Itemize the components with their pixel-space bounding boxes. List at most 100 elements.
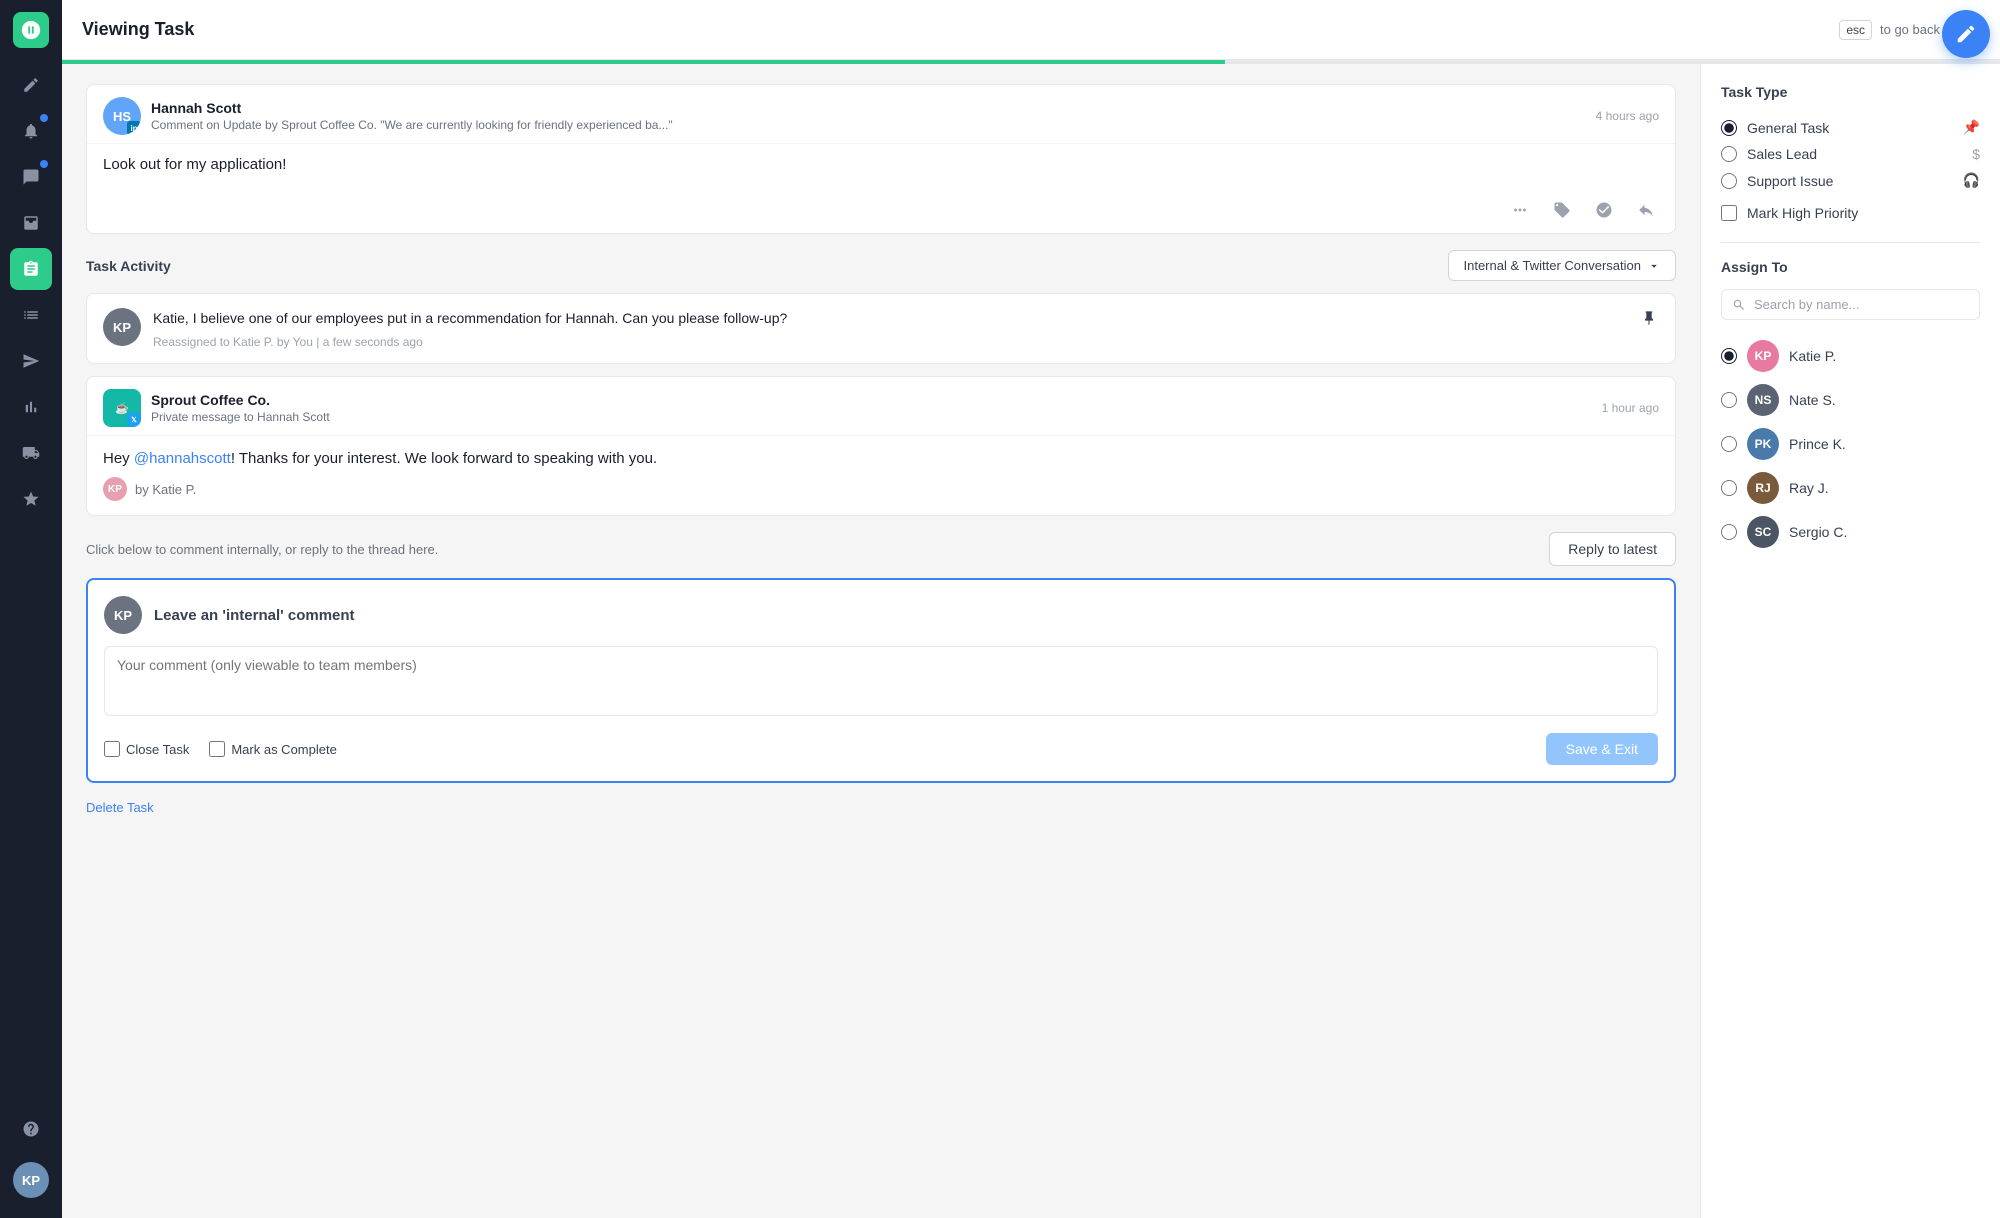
company-name: Sprout Coffee Co. [151,392,1592,408]
main-content: Viewing Task esc to go back ✕ HS in Hann… [62,0,2000,1218]
high-priority-label: Mark High Priority [1747,205,1858,221]
esc-back-hint: esc to go back [1839,20,1940,40]
reply-action-button[interactable] [1633,197,1659,223]
complete-button[interactable] [1591,197,1617,223]
comment-textarea[interactable] [104,646,1658,716]
task-type-support: Support Issue 🎧 [1721,167,1980,194]
assignee-item-katie[interactable]: KP Katie P. [1721,334,1980,378]
message-meta: Hannah Scott Comment on Update by Sprout… [151,100,1586,132]
close-task-checkbox[interactable] [104,741,120,757]
task-type-support-radio[interactable] [1721,173,1737,189]
mark-complete-checkbox[interactable] [209,741,225,757]
message-body: Look out for my application! [87,143,1675,189]
tag-button[interactable] [1549,197,1575,223]
assignee-search-input[interactable] [1754,297,1969,312]
esc-badge: esc [1839,20,1872,40]
notifications-badge [40,114,48,122]
dropdown-label: Internal & Twitter Conversation [1463,258,1641,273]
by-avatar: KP [103,477,127,501]
chevron-down-icon [1647,259,1661,273]
close-task-label[interactable]: Close Task [104,741,189,757]
assignee-item-ray[interactable]: RJ Ray J. [1721,466,1980,510]
pm-text: Hey @hannahscott! Thanks for your intere… [103,450,1659,467]
task-type-general: General Task 📌 [1721,114,1980,141]
more-actions-button[interactable] [1507,197,1533,223]
compose-fab-icon [1955,23,1977,45]
topbar: Viewing Task esc to go back ✕ [62,0,2000,60]
pm-header: ☕ 𝕏 Sprout Coffee Co. Private message to… [87,377,1675,435]
reply-hint: Click below to comment internally, or re… [86,542,438,557]
reply-section: Click below to comment internally, or re… [86,532,1676,566]
assignee-prince-radio[interactable] [1721,436,1737,452]
pm-body: Hey @hannahscott! Thanks for your intere… [87,435,1675,515]
sidebar-item-messages[interactable] [10,156,52,198]
pin-task-icon: 📌 [1963,119,1980,136]
author-name: Hannah Scott [151,100,1586,116]
sidebar-item-inbox[interactable] [10,202,52,244]
mark-complete-text: Mark as Complete [231,742,336,757]
sidebar-item-notifications[interactable] [10,110,52,152]
task-type-general-label: General Task [1747,120,1829,136]
headset-icon: 🎧 [1963,172,1980,189]
assignee-nate-radio[interactable] [1721,392,1737,408]
sidebar: KP [0,0,62,1218]
close-task-text: Close Task [126,742,189,757]
message-actions [87,189,1675,233]
search-icon [1732,298,1746,312]
message-card: HS in Hannah Scott Comment on Update by … [86,84,1676,234]
delete-task-link[interactable]: Delete Task [86,800,154,815]
dollar-icon: $ [1972,146,1980,162]
linkedin-badge: in [127,121,141,135]
assignee-ray-radio[interactable] [1721,480,1737,496]
assignee-item-sergio[interactable]: SC Sergio C. [1721,510,1980,554]
internal-comment-card: KP Katie, I believe one of our employees… [86,293,1676,364]
task-type-title: Task Type [1721,84,1980,100]
compose-footer: Close Task Mark as Complete Save & Exit [104,733,1658,765]
message-time: 4 hours ago [1596,109,1659,123]
sidebar-item-lists[interactable] [10,294,52,336]
divider [1721,242,1980,243]
assignee-katie-avatar: KP [1747,340,1779,372]
comment-author-avatar: KP [103,308,141,346]
sidebar-item-tasks[interactable] [10,248,52,290]
assign-to-title: Assign To [1721,259,1980,275]
task-type-sales-label: Sales Lead [1747,146,1817,162]
task-type-sales: Sales Lead $ [1721,141,1980,167]
sidebar-item-analytics[interactable] [10,386,52,428]
go-back-label: to go back [1880,22,1940,37]
task-type-sales-radio[interactable] [1721,146,1737,162]
sidebar-item-send[interactable] [10,340,52,382]
pm-prefix: Hey [103,450,134,467]
twitter-badge: 𝕏 [127,413,141,427]
sidebar-item-compose[interactable] [10,64,52,106]
pin-button[interactable] [1639,308,1659,331]
message-header: HS in Hannah Scott Comment on Update by … [87,85,1675,143]
assignee-ray-avatar: RJ [1747,472,1779,504]
assignee-item-nate[interactable]: NS Nate S. [1721,378,1980,422]
mark-complete-label[interactable]: Mark as Complete [209,741,336,757]
assignee-item-prince[interactable]: PK Prince K. [1721,422,1980,466]
pm-by-label: by Katie P. [135,482,196,497]
sidebar-item-help[interactable] [10,1108,52,1150]
internal-comment-meta: Reassigned to Katie P. by You | a few se… [153,335,1627,349]
sidebar-item-star[interactable] [10,478,52,520]
assignee-katie-name: Katie P. [1789,348,1836,364]
compose-fab[interactable] [1942,10,1990,58]
high-priority-checkbox[interactable] [1721,205,1737,221]
task-type-general-radio[interactable] [1721,120,1737,136]
app-logo[interactable] [13,12,49,48]
reply-to-latest-button[interactable]: Reply to latest [1549,532,1676,566]
sidebar-item-automations[interactable] [10,432,52,474]
messages-badge [40,160,48,168]
conversation-dropdown[interactable]: Internal & Twitter Conversation [1448,250,1676,281]
pm-by: KP by Katie P. [103,477,1659,501]
internal-comment-content: Katie, I believe one of our employees pu… [153,308,1627,349]
user-avatar[interactable]: KP [13,1162,49,1198]
message-subtitle: Comment on Update by Sprout Coffee Co. "… [151,118,1586,132]
assignee-sergio-radio[interactable] [1721,524,1737,540]
task-type-support-label: Support Issue [1747,173,1833,189]
pm-suffix: ! Thanks for your interest. We look forw… [231,450,657,467]
save-exit-button[interactable]: Save & Exit [1546,733,1658,765]
right-panel: Task Type General Task 📌 Sales Lead $ [1700,64,2000,1218]
assignee-katie-radio[interactable] [1721,348,1737,364]
